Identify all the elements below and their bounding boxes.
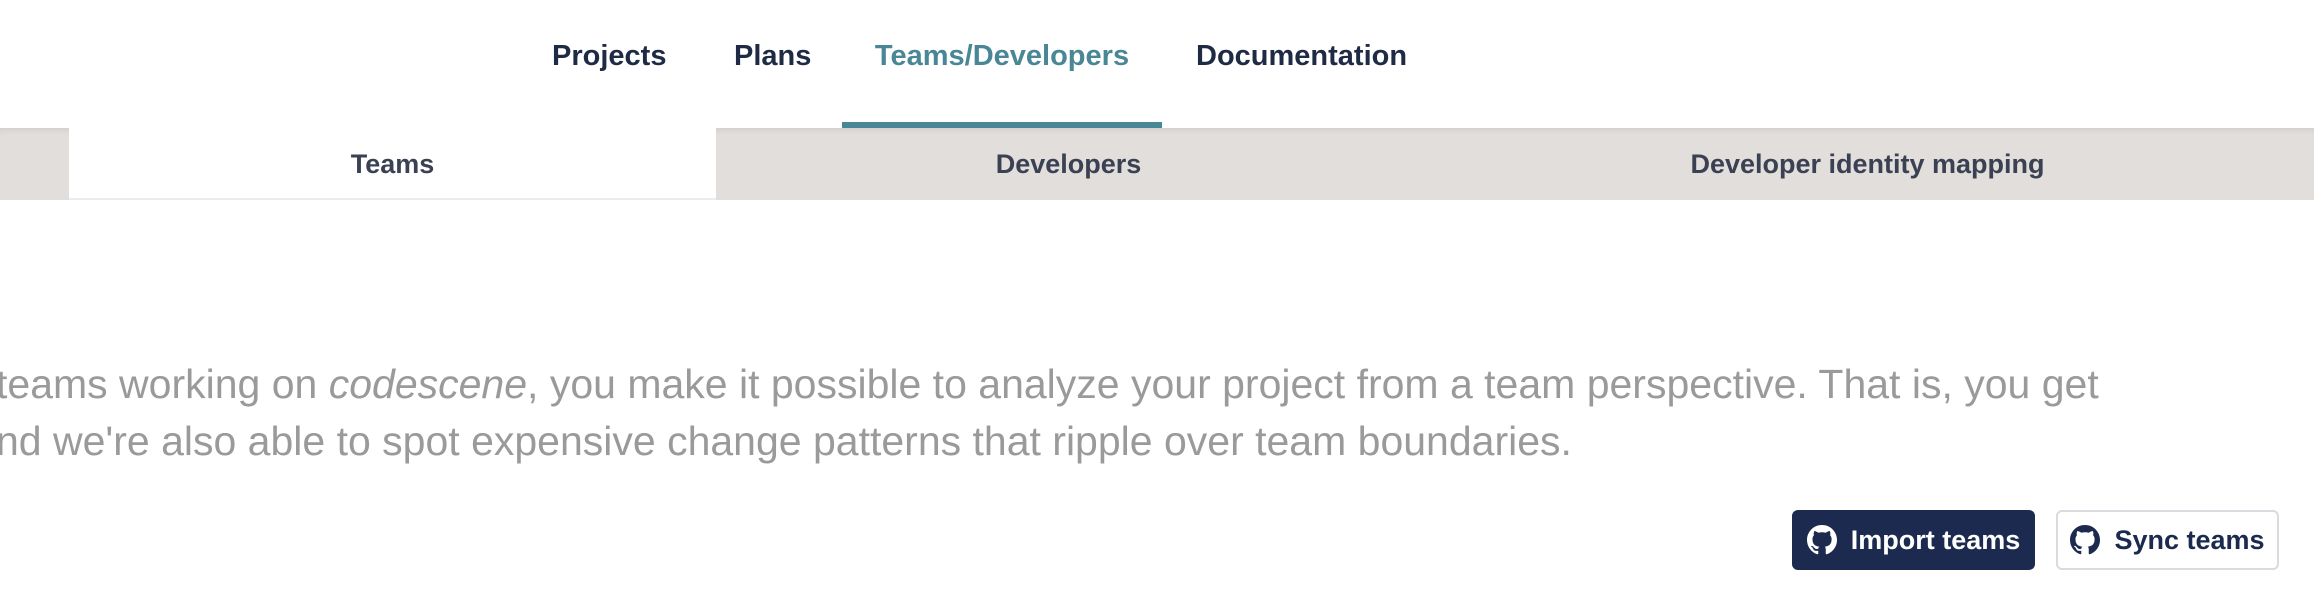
project-name: codescene xyxy=(328,361,528,407)
tab-documentation[interactable]: Documentation xyxy=(1196,0,1407,128)
sync-teams-label: Sync teams xyxy=(2114,524,2265,555)
description-text: , you make it possible to analyze your p… xyxy=(527,361,2099,407)
import-teams-label: Import teams xyxy=(1850,524,2021,555)
subtab-developers[interactable]: Developers xyxy=(716,128,1421,200)
sync-teams-button[interactable]: Sync teams xyxy=(2056,510,2279,570)
teams-description: teams working on codescene, you make it … xyxy=(0,356,2314,470)
description-text: teams working on xyxy=(0,361,329,407)
subtab-teams[interactable]: Teams xyxy=(69,128,716,200)
tab-plans[interactable]: Plans xyxy=(734,0,811,128)
import-teams-button[interactable]: Import teams xyxy=(1792,510,2035,570)
page: Projects Plans Teams/Developers Document… xyxy=(0,0,2314,592)
github-icon xyxy=(1806,525,1837,555)
top-navigation: Projects Plans Teams/Developers Document… xyxy=(0,0,2314,128)
description-line-1: teams working on codescene, you make it … xyxy=(0,356,2310,413)
github-icon xyxy=(2070,525,2101,555)
description-line-2: nd we're also able to spot expensive cha… xyxy=(0,418,1572,464)
subtab-developer-identity-mapping[interactable]: Developer identity mapping xyxy=(1421,128,2314,200)
tab-teams-developers[interactable]: Teams/Developers xyxy=(842,0,1162,128)
sub-navigation: Teams Developers Developer identity mapp… xyxy=(0,128,2314,200)
tab-projects[interactable]: Projects xyxy=(552,0,666,128)
